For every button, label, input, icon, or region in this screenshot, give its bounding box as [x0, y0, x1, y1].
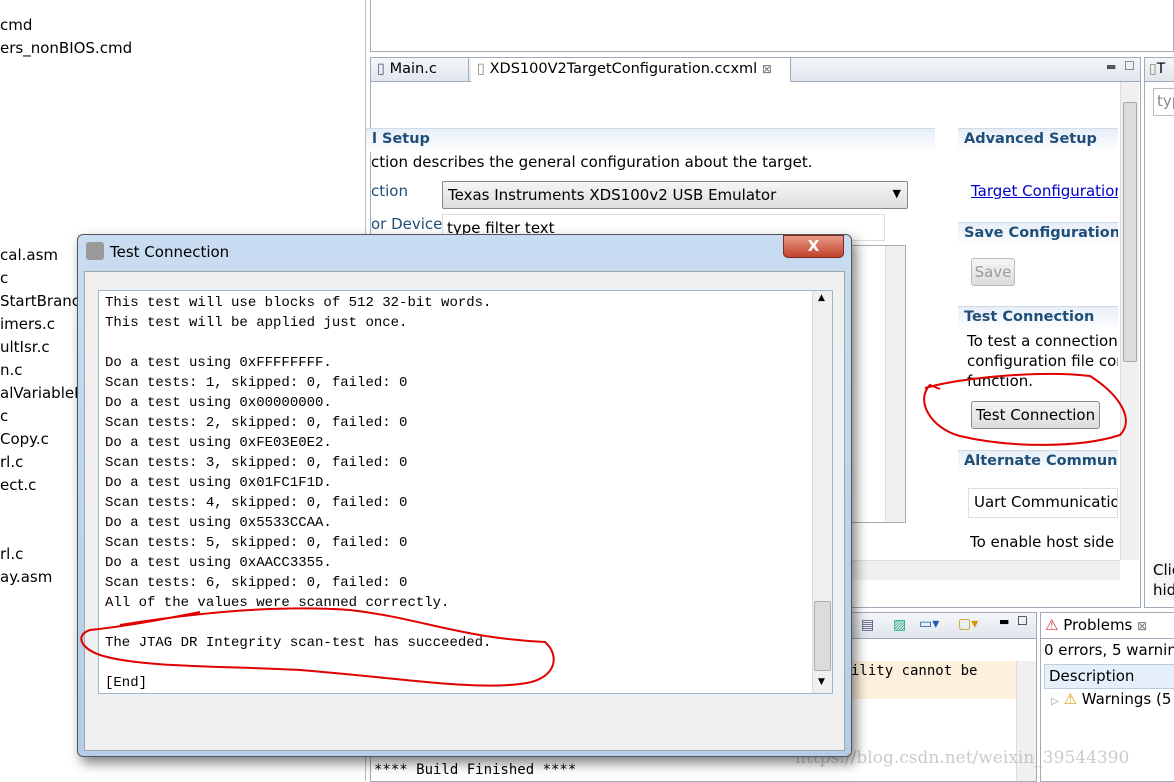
annotation-circle-succeeded: [80, 607, 555, 687]
annotation-circle-test-connection: [923, 372, 1127, 446]
red-annotation-marks: [80, 372, 1127, 687]
